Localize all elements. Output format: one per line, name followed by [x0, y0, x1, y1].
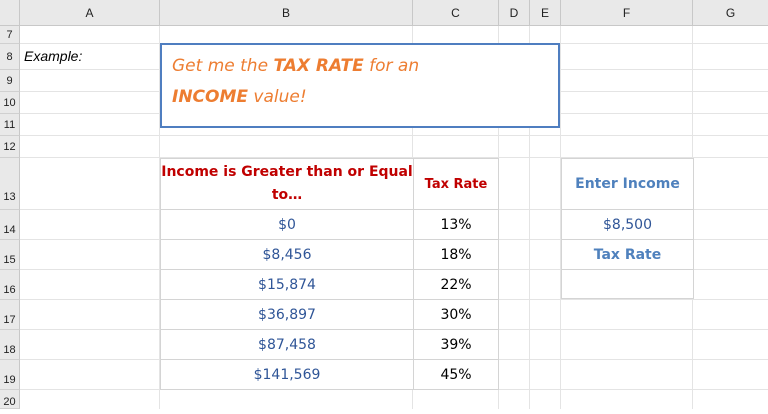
callout-text-bold: INCOME	[172, 87, 249, 107]
row-header-13[interactable]: 13	[0, 158, 20, 210]
column-header-b[interactable]: B	[160, 0, 413, 26]
column-header-e[interactable]: E	[530, 0, 561, 26]
row-header-20[interactable]: 20	[0, 390, 20, 409]
gridline	[20, 135, 768, 136]
rate-cell[interactable]: 39%	[413, 329, 499, 360]
row-header-15[interactable]: 15	[0, 240, 20, 270]
example-label: Example:	[24, 48, 83, 64]
callout-text-bold: TAX RATE	[273, 56, 364, 76]
income-input-cell[interactable]: $8,500	[561, 209, 694, 240]
row-header-19[interactable]: 19	[0, 360, 20, 390]
row-header-10[interactable]: 10	[0, 92, 20, 114]
rate-cell[interactable]: 30%	[413, 299, 499, 330]
income-cell[interactable]: $0	[160, 209, 414, 240]
callout-line-1: Get me the TAX RATE for an	[172, 51, 548, 82]
income-cell[interactable]: $8,456	[160, 239, 414, 270]
callout-textbox[interactable]: Get me the TAX RATE for an INCOME value!	[160, 43, 560, 128]
callout-text: for an	[363, 56, 420, 76]
income-cell[interactable]: $141,569	[160, 359, 414, 390]
row-header-16[interactable]: 16	[0, 270, 20, 300]
row-header-7[interactable]: 7	[0, 26, 20, 44]
income-cell[interactable]: $36,897	[160, 299, 414, 330]
select-all-corner[interactable]	[0, 0, 20, 26]
rate-cell[interactable]: 18%	[413, 239, 499, 270]
row-header-11[interactable]: 11	[0, 114, 20, 136]
row-header-12[interactable]: 12	[0, 136, 20, 158]
rate-cell[interactable]: 13%	[413, 209, 499, 240]
rate-cell[interactable]: 45%	[413, 359, 499, 390]
tax-rate-header-text: Tax Rate	[424, 176, 488, 192]
income-header-cell[interactable]: Income is Greater than or Equal to…	[160, 158, 414, 210]
callout-text: value!	[248, 87, 307, 107]
column-header-g[interactable]: G	[693, 0, 768, 26]
row-header-9[interactable]: 9	[0, 70, 20, 92]
income-header-text: Income is Greater than or Equal to…	[161, 164, 413, 203]
callout-line-2: INCOME value!	[172, 82, 548, 113]
enter-income-label-cell[interactable]: Enter Income	[561, 158, 694, 210]
column-header-c[interactable]: C	[413, 0, 499, 26]
callout-text: Get me the	[172, 56, 274, 76]
tax-rate-label-cell[interactable]: Tax Rate	[561, 239, 694, 270]
rate-cell[interactable]: 22%	[413, 269, 499, 300]
row-header-14[interactable]: 14	[0, 210, 20, 240]
column-header-a[interactable]: A	[20, 0, 160, 26]
row-header-8[interactable]: 8	[0, 44, 20, 70]
tax-rate-header-cell[interactable]: Tax Rate	[413, 158, 499, 210]
tax-rate-result-cell[interactable]	[561, 269, 694, 299]
row-header-18[interactable]: 18	[0, 330, 20, 360]
column-header-d[interactable]: D	[499, 0, 530, 26]
row-header-17[interactable]: 17	[0, 300, 20, 330]
income-cell[interactable]: $15,874	[160, 269, 414, 300]
column-header-f[interactable]: F	[561, 0, 693, 26]
income-cell[interactable]: $87,458	[160, 329, 414, 360]
